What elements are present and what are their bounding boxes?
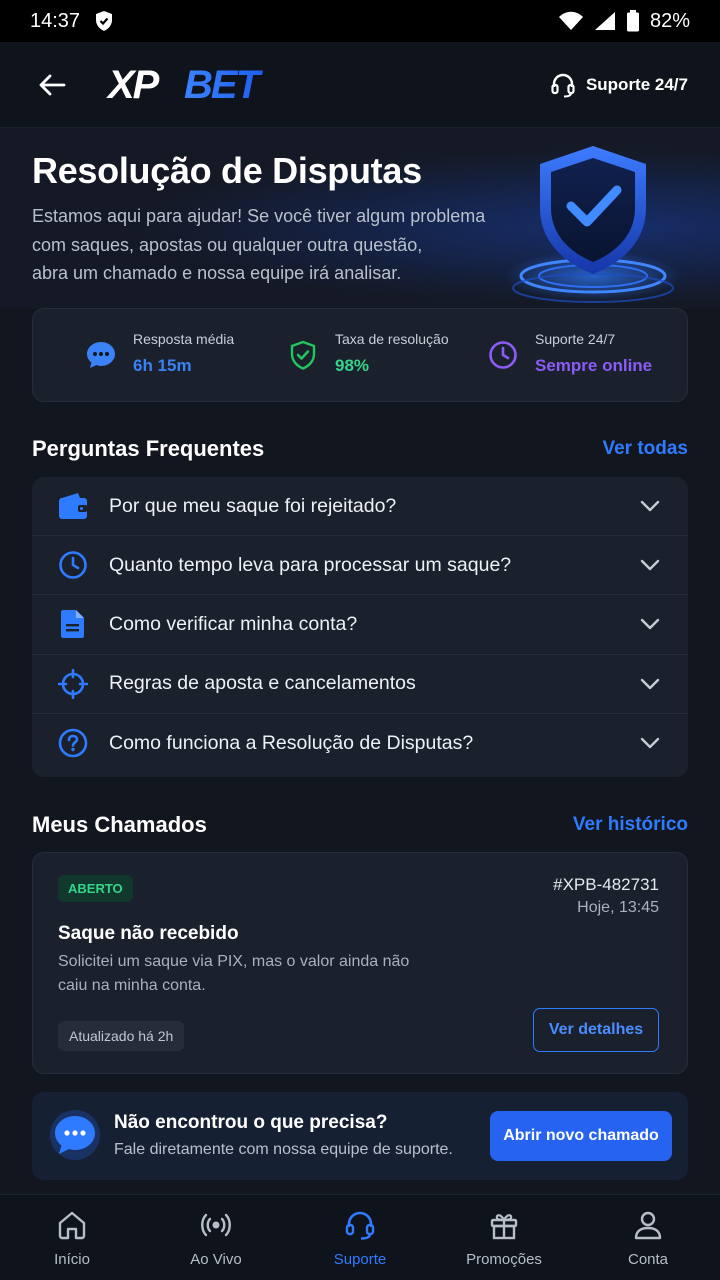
page-title: Resolução de Disputas bbox=[32, 150, 422, 191]
faq-question: Quanto tempo leva para processar um saqu… bbox=[109, 553, 512, 576]
help-circle-icon bbox=[58, 728, 88, 758]
faq-title: Perguntas Frequentes bbox=[32, 436, 265, 461]
wallet-icon bbox=[58, 491, 88, 521]
chevron-down-icon bbox=[640, 560, 660, 571]
nav-item-promotions[interactable]: Promoções bbox=[432, 1195, 576, 1280]
faq-question: Como funciona a Resolução de Disputas? bbox=[109, 731, 474, 754]
chevron-down-icon bbox=[640, 738, 660, 749]
faq-item[interactable]: Quanto tempo leva para processar um saqu… bbox=[32, 536, 688, 596]
chevron-down-icon bbox=[640, 678, 660, 689]
faq-item[interactable]: Como verificar minha conta? bbox=[32, 595, 688, 655]
ticket-updated-badge: Atualizado há 2h bbox=[58, 1021, 185, 1051]
contact-cta: Não encontrou o que precisa? Fale direta… bbox=[32, 1092, 688, 1180]
chevron-down-icon bbox=[640, 500, 660, 512]
ticket-description: Solicitei um saque via PIX, mas o valor … bbox=[58, 953, 410, 994]
ticket-title: Saque não recebido bbox=[58, 923, 239, 944]
view-details-button[interactable]: Ver detalhes bbox=[533, 1008, 659, 1052]
faq-question: Regras de aposta e cancelamentos bbox=[109, 672, 416, 695]
stat-label: Taxa de resolução bbox=[335, 331, 449, 347]
back-button[interactable] bbox=[32, 65, 72, 105]
gift-icon bbox=[490, 1214, 518, 1240]
document-icon bbox=[58, 609, 88, 639]
status-time: 14:37 bbox=[30, 9, 81, 32]
headset-icon bbox=[551, 73, 575, 97]
chat-icon bbox=[87, 342, 115, 368]
shield-check-icon bbox=[290, 340, 316, 370]
shield-check-illustration bbox=[505, 146, 681, 303]
stat-support: Suporte 24/7 Sempre online bbox=[487, 331, 652, 376]
wifi-icon bbox=[558, 11, 583, 30]
stat-label: Suporte 24/7 bbox=[535, 331, 616, 347]
chevron-down-icon bbox=[640, 619, 660, 630]
faq-list: Por que meu saque foi rejeitado? Quanto … bbox=[32, 477, 688, 777]
hero-description: Estamos aqui para ajudar! Se você tiver … bbox=[32, 206, 486, 283]
stat-value: Sempre online bbox=[535, 356, 653, 375]
ticket-card[interactable]: ABERTO #XPB-482731 Hoje, 13:45 Saque não… bbox=[32, 852, 688, 1074]
clock-icon bbox=[58, 550, 88, 580]
nav-label: Promoções bbox=[466, 1251, 542, 1268]
nav-item-live[interactable]: Ao Vivo bbox=[144, 1195, 288, 1280]
battery-icon bbox=[626, 10, 639, 32]
user-icon bbox=[634, 1211, 662, 1240]
chat-bubble-icon bbox=[50, 1110, 100, 1160]
nav-label: Suporte bbox=[333, 1251, 387, 1268]
svg-text:BET: BET bbox=[184, 65, 264, 105]
stats-card: Resposta média 6h 15m Taxa de resolução … bbox=[32, 308, 688, 402]
faq-question: Como verificar minha conta? bbox=[109, 612, 358, 635]
nav-label: Ao Vivo bbox=[190, 1251, 242, 1268]
ticket-id: #XPB-482731 bbox=[553, 875, 659, 894]
stat-label: Resposta média bbox=[133, 331, 235, 347]
hero-section: Resolução de Disputas Estamos aqui para … bbox=[0, 128, 720, 308]
clock-icon bbox=[489, 341, 517, 369]
live-icon bbox=[201, 1213, 231, 1237]
cta-subtitle: Fale diretamente com nossa equipe de sup… bbox=[114, 1141, 453, 1158]
status-bar: 14:37 82% bbox=[0, 0, 720, 42]
faq-question: Por que meu saque foi rejeitado? bbox=[109, 494, 397, 517]
faq-header: Perguntas Frequentes Ver todas bbox=[32, 436, 688, 462]
open-ticket-button[interactable]: Abrir novo chamado bbox=[490, 1111, 672, 1161]
arrow-left-icon bbox=[39, 74, 66, 95]
faq-item[interactable]: Regras de aposta e cancelamentos bbox=[32, 655, 688, 714]
bottom-nav: Início Ao Vivo Suporte Promoções Conta bbox=[0, 1194, 720, 1280]
nav-label: Conta bbox=[627, 1251, 669, 1268]
stat-value: 98% bbox=[335, 356, 370, 375]
history-link[interactable]: Ver histórico bbox=[573, 814, 688, 836]
home-icon bbox=[58, 1211, 86, 1240]
tickets-title: Meus Chamados bbox=[32, 812, 207, 837]
stat-resolution-rate: Taxa de resolução 98% bbox=[287, 331, 449, 376]
shield-status-icon bbox=[96, 11, 113, 31]
xpbet-logo[interactable]: XP BET bbox=[106, 65, 292, 105]
see-all-link[interactable]: Ver todas bbox=[602, 438, 688, 460]
ticket-date: Hoje, 13:45 bbox=[577, 899, 659, 916]
support-label: Suporte 24/7 bbox=[585, 74, 688, 94]
battery-level: 82% bbox=[649, 9, 690, 32]
nav-label: Início bbox=[54, 1251, 90, 1268]
target-icon bbox=[58, 668, 88, 699]
nav-item-account[interactable]: Conta bbox=[576, 1195, 720, 1280]
signal-icon bbox=[594, 12, 615, 30]
support-link[interactable]: Suporte 24/7 bbox=[550, 72, 688, 98]
faq-item[interactable]: Por que meu saque foi rejeitado? bbox=[32, 477, 688, 537]
stat-value: 6h 15m bbox=[133, 356, 192, 375]
nav-item-support[interactable]: Suporte bbox=[288, 1195, 432, 1280]
stat-response-time: Resposta média 6h 15m bbox=[85, 331, 234, 376]
app-header: XP BET Suporte 24/7 bbox=[0, 42, 720, 128]
status-badge: ABERTO bbox=[58, 875, 133, 902]
faq-item[interactable]: Como funciona a Resolução de Disputas? bbox=[32, 714, 688, 773]
cta-title: Não encontrou o que precisa? bbox=[114, 1112, 388, 1133]
nav-item-home[interactable]: Início bbox=[0, 1195, 144, 1280]
svg-text:XP: XP bbox=[106, 65, 160, 105]
headset-icon bbox=[345, 1211, 375, 1240]
tickets-header: Meus Chamados Ver histórico bbox=[32, 812, 688, 838]
